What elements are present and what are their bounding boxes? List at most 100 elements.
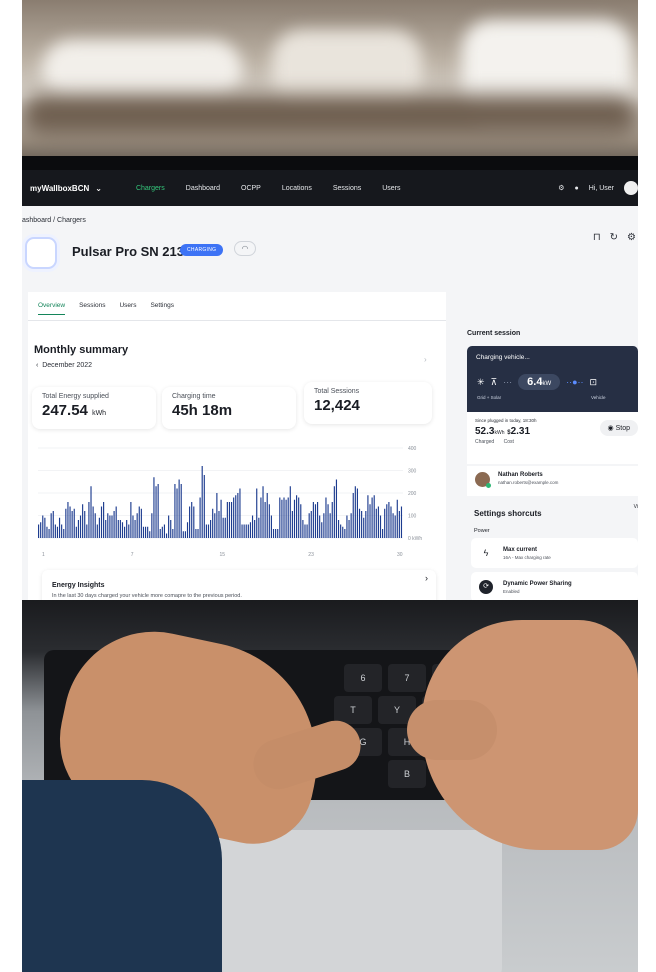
chart-bar <box>314 504 317 538</box>
chart-bar <box>216 493 218 538</box>
chart-bar <box>226 502 228 538</box>
chart-bar <box>136 513 138 538</box>
chart-bar <box>79 515 82 538</box>
nav-chargers[interactable]: Chargers <box>136 185 165 192</box>
nav-sessions[interactable]: Sessions <box>333 185 361 192</box>
setting-subtitle: 16A - Max charging rate <box>503 554 551 560</box>
solar-icon: ✳ <box>477 376 485 387</box>
brand-switcher[interactable]: myWallboxBCN ⌄ <box>30 184 102 193</box>
monthly-summary-title: Monthly summary <box>34 344 129 356</box>
chart-bar <box>365 511 367 538</box>
chart-bar <box>69 506 71 538</box>
chart-bar <box>203 475 205 538</box>
right-finger <box>407 700 497 760</box>
chart-bar <box>214 513 216 538</box>
tab-overview[interactable]: Overview <box>38 302 66 315</box>
chart-bar <box>386 504 388 538</box>
energy-bar-chart: 400 300 200 100 0 kWh 1 7 15 23 30 <box>38 446 422 558</box>
energy-value: 247.54 <box>42 402 88 419</box>
stop-label: Stop <box>615 425 630 432</box>
status-badge: CHARGING <box>180 244 224 256</box>
chart-bar <box>142 526 145 538</box>
chevron-right-icon[interactable]: › <box>424 355 427 364</box>
gear-icon[interactable]: ⚙ <box>558 184 564 192</box>
chevron-right-icon[interactable]: › <box>425 573 428 583</box>
stat-card-sessions: Total Sessions 12,424 <box>304 382 432 424</box>
setting-dynamic-power-sharing[interactable]: ⟳ Dynamic Power Sharing Enabled <box>471 572 638 602</box>
help-icon[interactable]: ● <box>574 185 578 192</box>
nav-dashboard[interactable]: Dashboard <box>186 185 220 192</box>
chart-bar <box>54 524 56 538</box>
nav-users[interactable]: Users <box>382 185 400 192</box>
chart-bar <box>84 511 86 538</box>
refresh-icon[interactable]: ↻ <box>610 232 618 243</box>
chart-bar <box>38 524 40 538</box>
view-all-link[interactable]: Vi <box>634 504 638 510</box>
chart-bar <box>88 502 90 538</box>
chart-bar <box>296 495 298 538</box>
chart-bar <box>144 526 147 538</box>
chart-bar <box>92 506 94 538</box>
chart-bar <box>304 524 306 538</box>
cost-label: Cost <box>503 439 514 445</box>
chart-bar <box>201 466 203 538</box>
sleeve <box>22 780 222 972</box>
session-user[interactable]: Nathan Roberts nathan.roberts@example.co… <box>467 466 638 496</box>
chart-bar <box>323 513 325 538</box>
setting-title: Max current <box>503 546 538 553</box>
chart-bar <box>375 508 377 538</box>
chart-bar <box>126 520 128 538</box>
chart-bar <box>111 515 113 538</box>
breadcrumb[interactable]: ashboard / Chargers <box>22 217 86 224</box>
chevron-left-icon[interactable]: ‹ <box>36 362 38 369</box>
insights-title: Energy Insights <box>52 582 105 589</box>
overview-panel: Overview Sessions Users Settings Monthly… <box>28 292 446 606</box>
flow-dots: ··· <box>503 377 513 387</box>
chart-bar <box>356 488 358 538</box>
x-tick-label: 30 <box>397 552 403 558</box>
chart-bar <box>333 486 335 538</box>
chart-bar <box>363 517 365 538</box>
chart-bar <box>96 524 98 538</box>
chart-bar <box>251 515 254 538</box>
chart-bar <box>132 515 134 538</box>
chart-bar <box>71 511 73 538</box>
chart-bar <box>394 515 396 538</box>
blurred-table <box>22 95 638 135</box>
keyboard-key: 7 <box>388 664 426 692</box>
stop-icon: ◉ <box>607 425 614 432</box>
chevron-down-icon: ⌄ <box>95 183 102 193</box>
chart-bar <box>75 526 77 538</box>
settings-icon[interactable]: ⚙ <box>627 232 636 243</box>
x-tick-label: 15 <box>220 552 226 558</box>
avatar[interactable] <box>624 181 638 195</box>
tab-sessions[interactable]: Sessions <box>79 302 105 315</box>
target-label: Vehicle <box>591 395 606 400</box>
setting-max-current[interactable]: ϟ Max current 16A - Max charging rate <box>471 538 638 568</box>
chart-bar <box>115 506 117 538</box>
chart-bar <box>58 517 61 538</box>
lightning-icon: ϟ <box>483 548 489 558</box>
chart-bar <box>165 533 168 538</box>
chart-bar <box>298 497 300 538</box>
chart-bar <box>107 513 109 538</box>
nav-ocpp[interactable]: OCPP <box>241 185 261 192</box>
chart-bar <box>352 493 354 538</box>
tab-users[interactable]: Users <box>119 302 136 315</box>
nav-locations[interactable]: Locations <box>282 185 312 192</box>
settings-shortcuts-title: Settings shorcuts <box>474 509 542 518</box>
chart-bar <box>344 529 346 538</box>
chart-bar <box>277 529 279 538</box>
y-tick-label: 100 <box>408 514 417 520</box>
chart-bar <box>243 524 245 538</box>
chart-bar <box>193 506 195 538</box>
tab-settings[interactable]: Settings <box>150 302 174 315</box>
chart-bar <box>98 517 100 538</box>
x-tick-label: 7 <box>131 552 134 558</box>
setting-text: Dynamic Power Sharing Enabled <box>503 581 572 594</box>
stop-button[interactable]: ◉ Stop <box>599 420 638 436</box>
cafe-background <box>22 0 638 175</box>
lock-icon[interactable]: ⊓ <box>593 232 601 243</box>
chart-bar <box>254 520 256 538</box>
chart-bar <box>354 486 356 538</box>
